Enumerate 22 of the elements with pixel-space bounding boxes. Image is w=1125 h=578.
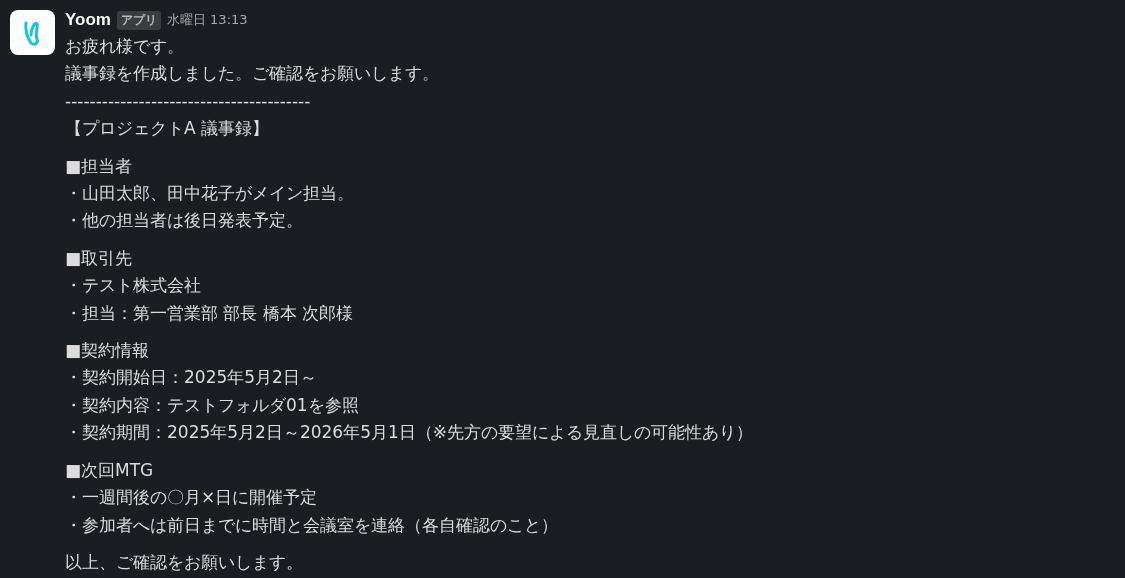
message-line: 【プロジェクトA 議事録】 [65, 117, 271, 141]
message-line: ■次回MTG [65, 458, 155, 482]
message-line: ■担当者 [65, 154, 134, 178]
message-line: 議事録を作成しました。ご確認をお願いします。 [65, 62, 440, 86]
sender-name[interactable]: Yoom [65, 10, 111, 30]
message-line: ■取引先 [65, 246, 134, 270]
message-line: ・テスト株式会社 [65, 274, 202, 298]
message-line: 以上、ご確認をお願いします。 [65, 550, 304, 574]
message-line: ・契約内容：テストフォルダ01を参照 [65, 393, 360, 417]
message-line: ・一週間後の〇月×日に開催予定 [65, 486, 319, 510]
message-timestamp[interactable]: 水曜日 13:13 [166, 11, 248, 29]
message-line: ---------------------------------------- [65, 89, 312, 113]
app-avatar[interactable] [10, 10, 55, 55]
app-badge: アプリ [116, 10, 161, 30]
message-line: ・契約期間：2025年5月2日～2026年5月1日（※先方の要望による見直しの可能性あり） [65, 421, 754, 445]
message-line: ・契約開始日：2025年5月2日～ [65, 366, 318, 390]
message-line: ・他の担当者は後日発表予定。 [65, 209, 304, 233]
message-line: ・担当：第一営業部 部長 橋本 次郎様 [65, 301, 355, 325]
message-line: ・山田太郎、田中花子がメイン担当。 [65, 182, 355, 206]
message-line: ■契約情報 [65, 339, 151, 363]
message-line: ・参加者へは前日までに時間と会議室を連絡（各自確認のこと） [65, 513, 559, 537]
message-line: お疲れ様です。 [65, 35, 185, 58]
